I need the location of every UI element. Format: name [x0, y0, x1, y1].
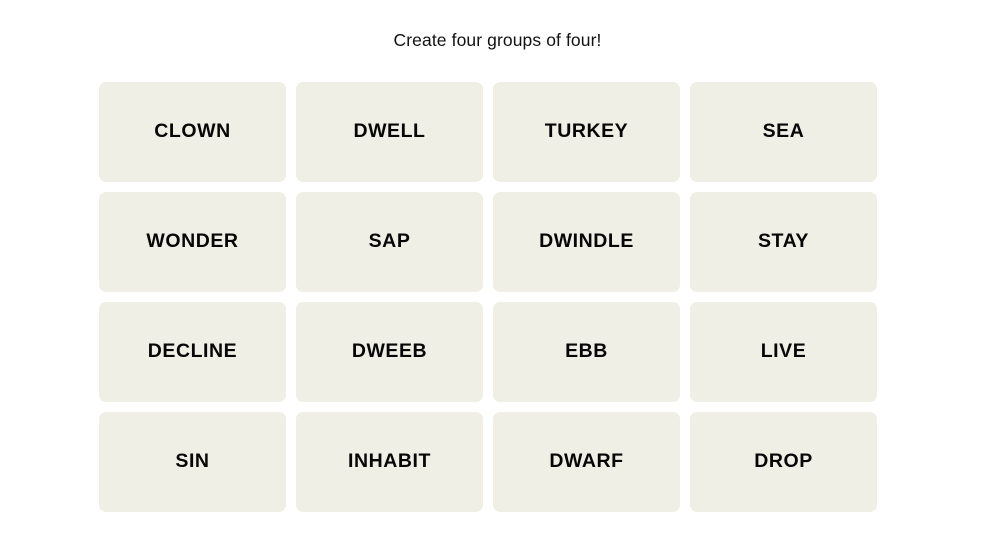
word-tile-5[interactable]: WONDER [99, 192, 286, 292]
word-tile-16[interactable]: DROP [690, 412, 877, 512]
word-tile-14[interactable]: INHABIT [296, 412, 483, 512]
word-tile-label: CLOWN [154, 120, 231, 143]
word-tile-label: DECLINE [147, 340, 238, 363]
word-tile-label: STAY [758, 230, 809, 253]
word-tile-label: DWARF [549, 450, 624, 473]
word-tile-13[interactable]: SIN [99, 412, 286, 512]
word-tile-10[interactable]: DWEEB [296, 302, 483, 402]
word-tile-7[interactable]: DWINDLE [493, 192, 680, 292]
puzzle-page: Create four groups of four! CLOWN DWELL … [0, 0, 995, 533]
word-tile-12[interactable]: LIVE [690, 302, 877, 402]
word-tile-label: EBB [565, 340, 608, 363]
instruction-text: Create four groups of four! [393, 30, 602, 50]
word-tile-label: DROP [754, 450, 813, 473]
word-tile-2[interactable]: DWELL [296, 82, 483, 182]
word-tile-11[interactable]: EBB [493, 302, 680, 402]
word-tile-8[interactable]: STAY [690, 192, 877, 292]
word-tile-label: DWELL [353, 120, 426, 143]
word-tile-label: WONDER [146, 230, 239, 253]
word-tile-label: DWEEB [351, 340, 428, 363]
word-tile-6[interactable]: SAP [296, 192, 483, 292]
word-tile-label: TURKEY [544, 120, 629, 143]
word-tile-3[interactable]: TURKEY [493, 82, 680, 182]
word-tile-label: LIVE [760, 340, 807, 363]
word-tile-1[interactable]: CLOWN [99, 82, 286, 182]
word-tile-4[interactable]: SEA [690, 82, 877, 182]
word-grid: CLOWN DWELL TURKEY SEA WONDER SAP DWINDL… [99, 82, 877, 512]
word-tile-label: SAP [368, 230, 411, 253]
word-tile-label: SIN [175, 450, 210, 473]
word-tile-label: SEA [762, 120, 805, 143]
word-tile-label: DWINDLE [539, 230, 634, 253]
word-tile-label: INHABIT [348, 450, 431, 473]
word-tile-15[interactable]: DWARF [493, 412, 680, 512]
word-tile-9[interactable]: DECLINE [99, 302, 286, 402]
